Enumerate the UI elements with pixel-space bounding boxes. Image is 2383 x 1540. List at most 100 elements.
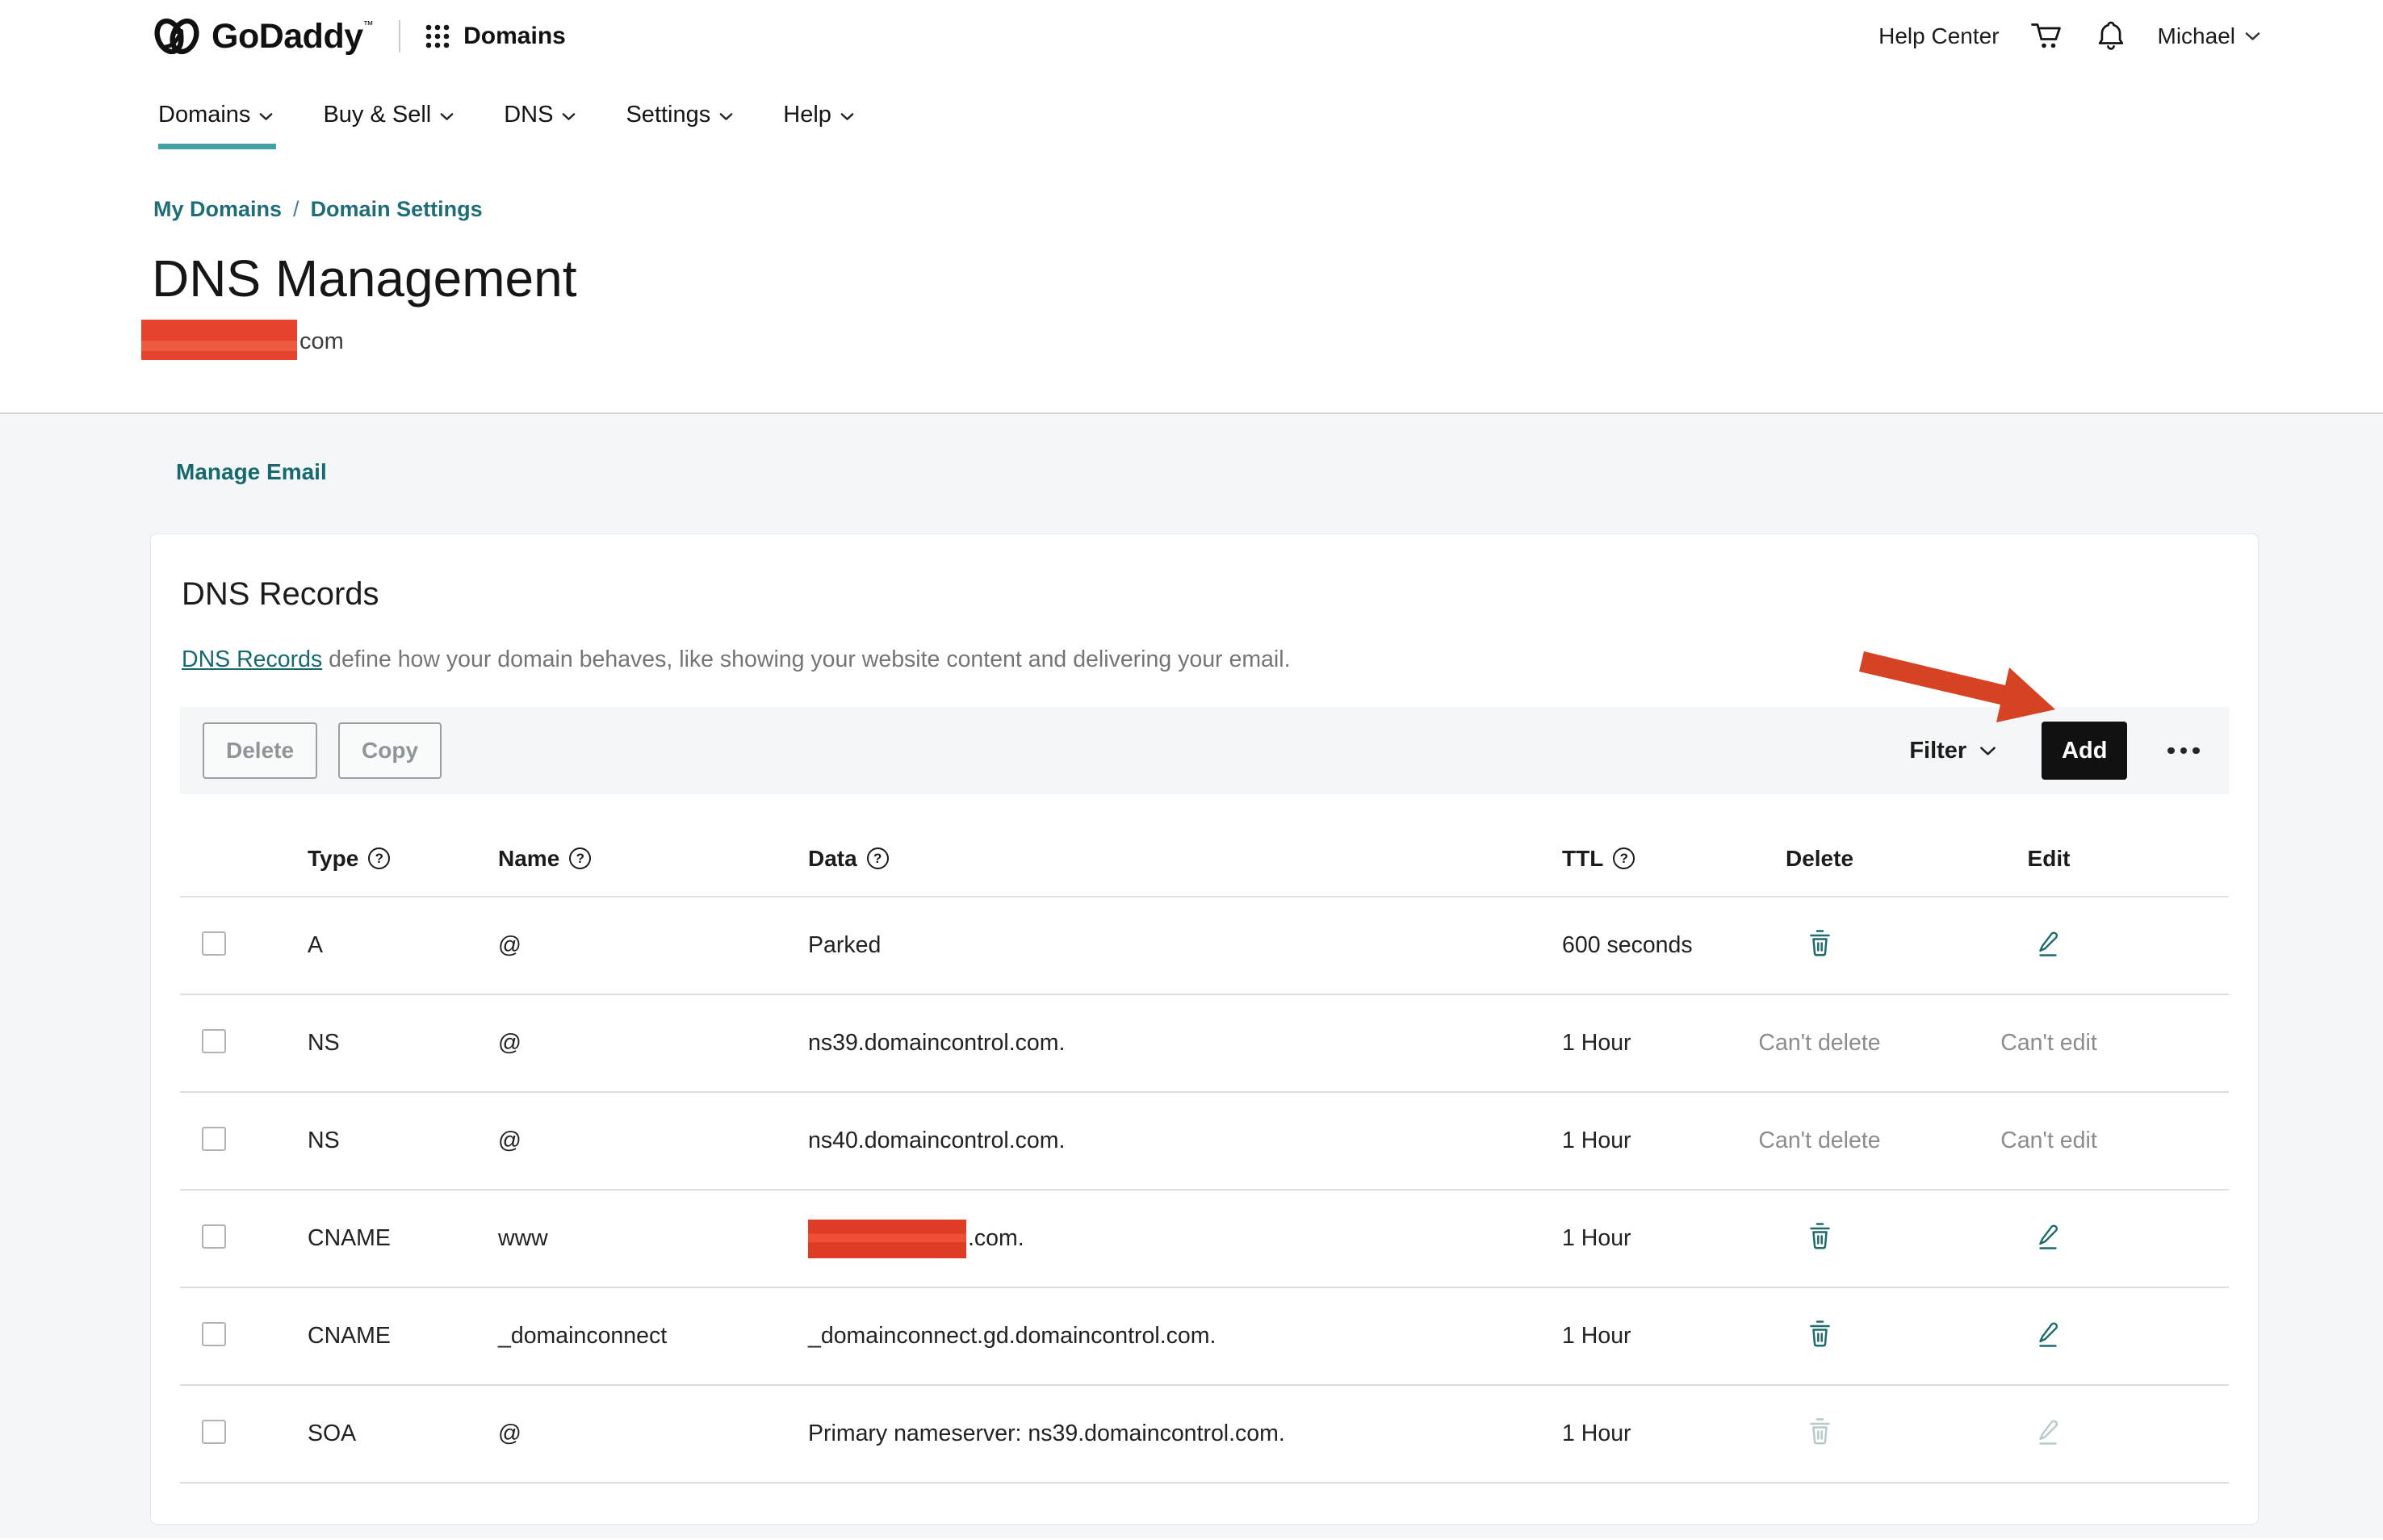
nav-tab-dns[interactable]: DNS: [504, 73, 576, 157]
chevron-down-icon: [562, 112, 576, 121]
table-row-ns-1: NS@ns39.domaincontrol.com.1 HourCan't de…: [180, 995, 2229, 1093]
nav-tab-domains[interactable]: Domains: [158, 73, 273, 157]
edit-pencil-icon[interactable]: [2037, 1221, 2061, 1250]
record-ttl: 1 Hour: [1562, 1225, 1706, 1252]
domain-suffix: com: [299, 329, 344, 360]
col-header-ttl: TTL?: [1562, 846, 1706, 872]
dns-management-page: GoDaddy™ Domains Help Center: [0, 0, 2383, 1540]
table-row-cname-4: CNAME_domainconnect_domainconnect.gd.dom…: [180, 1288, 2229, 1386]
record-name: @: [498, 932, 808, 959]
header-actions: Help Center Michael: [1878, 19, 2260, 53]
description-text: define how your domain behaves, like sho…: [322, 647, 1290, 672]
help-circle-icon[interactable]: ?: [569, 847, 591, 869]
toolbar-right: Filter Add: [1909, 722, 2201, 780]
breadcrumb-separator: /: [293, 197, 299, 222]
row-checkbox[interactable]: [202, 1224, 226, 1249]
breadcrumb-domain-settings[interactable]: Domain Settings: [311, 197, 483, 222]
help-circle-icon[interactable]: ?: [368, 847, 390, 869]
trash-icon[interactable]: [1807, 1319, 1832, 1348]
record-data: Primary nameserver: ns39.domaincontrol.c…: [808, 1421, 1562, 1447]
chevron-down-icon: [440, 112, 454, 121]
record-name: @: [498, 1128, 808, 1154]
record-type: CNAME: [308, 1323, 498, 1350]
chevron-down-icon: [840, 112, 854, 121]
col-header-delete: Delete: [1786, 846, 1853, 872]
page-title: DNS Management: [152, 242, 2383, 315]
table-row-ns-2: NS@ns40.domaincontrol.com.1 Hour Can't de…: [180, 1093, 2229, 1191]
chevron-down-icon: [2245, 31, 2260, 41]
col-header-edit: Edit: [2028, 846, 2071, 872]
record-type: NS: [308, 1030, 498, 1057]
table-row-cname-3: CNAMEwww.com.1 Hour: [180, 1191, 2229, 1288]
edit-pencil-icon[interactable]: [2037, 928, 2061, 957]
col-header-data: Data?: [808, 846, 1562, 872]
copy-button[interactable]: Copy: [338, 722, 442, 779]
global-header: GoDaddy™ Domains Help Center: [0, 0, 2383, 73]
primary-nav: Domains Buy & Sell DNS Settings Help: [0, 73, 2383, 157]
chevron-down-icon: [259, 112, 273, 121]
more-options-menu[interactable]: [2166, 739, 2201, 763]
nav-tab-buy-sell[interactable]: Buy & Sell: [323, 73, 454, 157]
cart-icon[interactable]: [2030, 20, 2064, 52]
record-data: ns40.domaincontrol.com.: [808, 1128, 1562, 1154]
trademark-symbol: ™: [363, 19, 374, 31]
table-header-row: Type? Name? Data? TTL? Delete Edit: [180, 821, 2229, 898]
table-row-soa-5: SOA@Primary nameserver: ns39.domaincontr…: [180, 1386, 2229, 1484]
edit-pencil-icon: [2037, 1417, 2061, 1446]
record-ttl: 1 Hour: [1562, 1421, 1706, 1447]
nav-tab-help[interactable]: Help: [783, 73, 854, 157]
record-ttl: 1 Hour: [1562, 1128, 1706, 1154]
user-name: Michael: [2158, 23, 2235, 49]
record-ttl: 1 Hour: [1562, 1323, 1706, 1350]
header-divider: [399, 20, 400, 52]
nav-tab-settings[interactable]: Settings: [626, 73, 733, 157]
dns-records-card: DNS Records DNS Records define how your …: [150, 534, 2259, 1525]
record-ttl: 600 seconds: [1562, 932, 1706, 959]
app-switcher-label[interactable]: Domains: [463, 23, 566, 50]
row-checkbox[interactable]: [202, 931, 226, 956]
app-grid-icon[interactable]: [425, 23, 450, 49]
help-circle-icon[interactable]: ?: [867, 847, 889, 869]
row-checkbox[interactable]: [202, 1322, 226, 1346]
trash-icon[interactable]: [1807, 928, 1832, 957]
card-heading: DNS Records: [182, 576, 2229, 612]
dns-records-table: Type? Name? Data? TTL? Delete Edit A@Par…: [180, 821, 2229, 1484]
record-type: CNAME: [308, 1225, 498, 1252]
delete-button[interactable]: Delete: [203, 722, 317, 779]
trash-icon[interactable]: [1807, 1221, 1832, 1250]
record-type: A: [308, 932, 498, 959]
account-menu[interactable]: Michael: [2158, 23, 2260, 49]
dns-records-help-link[interactable]: DNS Records: [182, 647, 322, 672]
record-name: @: [498, 1030, 808, 1057]
edit-pencil-icon[interactable]: [2037, 1319, 2061, 1348]
domain-name-line: com: [141, 318, 2383, 360]
brand-wordmark[interactable]: GoDaddy™: [211, 17, 373, 56]
redaction-box: [808, 1220, 966, 1258]
record-name: www: [498, 1225, 808, 1252]
cant-delete-label: Can't delete: [1758, 1128, 1880, 1154]
trash-icon: [1807, 1417, 1832, 1446]
help-circle-icon[interactable]: ?: [1613, 847, 1635, 869]
row-checkbox[interactable]: [202, 1127, 226, 1151]
add-record-button[interactable]: Add: [2042, 722, 2127, 780]
table-row-a-0: A@Parked600 seconds: [180, 898, 2229, 995]
cant-edit-label: Can't edit: [2000, 1030, 2097, 1057]
godaddy-logo-icon[interactable]: [150, 13, 203, 60]
breadcrumb-my-domains[interactable]: My Domains: [153, 197, 282, 222]
row-checkbox[interactable]: [202, 1029, 226, 1053]
record-name: @: [498, 1421, 808, 1447]
record-data: Parked: [808, 932, 1562, 959]
chevron-down-icon: [719, 112, 733, 121]
record-type: NS: [308, 1128, 498, 1154]
record-data: _domainconnect.gd.domaincontrol.com.: [808, 1323, 1562, 1350]
notifications-bell-icon[interactable]: [2095, 19, 2127, 53]
filter-dropdown[interactable]: Filter: [1909, 738, 1996, 764]
top-section: GoDaddy™ Domains Help Center: [0, 0, 2383, 414]
cant-edit-label: Can't edit: [2000, 1128, 2097, 1154]
chevron-down-icon: [1979, 746, 1996, 756]
help-center-link[interactable]: Help Center: [1878, 23, 1999, 49]
table-body: A@Parked600 secondsNS@ns39.domaincontrol…: [180, 898, 2229, 1484]
manage-email-link[interactable]: Manage Email: [176, 459, 327, 483]
row-checkbox[interactable]: [202, 1420, 226, 1444]
redaction-box: [141, 320, 297, 360]
